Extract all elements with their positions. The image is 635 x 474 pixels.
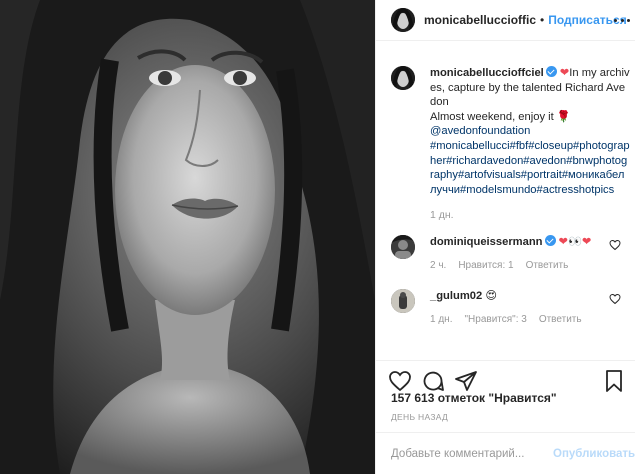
avatar[interactable] xyxy=(391,289,415,314)
caption-line-2: Almost weekend, enjoy it xyxy=(430,110,554,123)
header-username[interactable]: monicabelluccioffic xyxy=(424,13,536,27)
caption: monicabelluccioffciel ❤In my archives, c… xyxy=(391,42,630,221)
rose-emoji: 🌹 xyxy=(556,110,571,123)
comment-time[interactable]: 1 дн. xyxy=(430,314,452,325)
caption-time[interactable]: 1 дн. xyxy=(430,209,621,221)
add-comment-bar: Опубликовать xyxy=(376,432,635,474)
comment-username[interactable]: _gulum02 xyxy=(430,290,482,302)
comment-body: ❤👀❤ xyxy=(558,236,592,249)
comment-input[interactable] xyxy=(391,447,545,460)
avatar[interactable] xyxy=(391,8,415,32)
heart-emoji: ❤ xyxy=(559,67,570,79)
separator-dot: • xyxy=(540,13,545,27)
comment-text: dominiqueissermann ❤👀❤ xyxy=(430,235,621,250)
comment-likes[interactable]: "Нравится": 3 xyxy=(464,314,526,325)
comments-list[interactable]: monicabelluccioffciel ❤In my archives, c… xyxy=(376,42,635,360)
reply-button[interactable]: Ответить xyxy=(526,260,569,271)
comment-body: 😍 xyxy=(485,290,498,303)
comment-item: _gulum02 😍 1 дн. "Нравится": 3 Ответить xyxy=(391,289,621,325)
caption-text: monicabelluccioffciel ❤In my archives, c… xyxy=(430,66,630,197)
comment-likes[interactable]: Нравится: 1 xyxy=(458,260,513,271)
avatar[interactable] xyxy=(391,66,415,90)
heart-icon[interactable] xyxy=(609,293,621,305)
likes-count[interactable]: 157 613 отметок "Нравится" xyxy=(391,391,557,405)
comment-icon[interactable] xyxy=(421,369,445,393)
comment-text: _gulum02 😍 xyxy=(430,289,621,304)
avatar[interactable] xyxy=(391,235,415,260)
comment-meta: 2 ч. Нравится: 1 Ответить xyxy=(430,260,621,271)
bookmark-icon[interactable] xyxy=(602,369,626,393)
heart-icon[interactable] xyxy=(609,239,621,251)
verified-badge-icon xyxy=(545,66,557,77)
verified-badge-icon xyxy=(544,235,556,247)
post-side-panel: monicabelluccioffic • Подписаться monica… xyxy=(375,0,635,474)
post-date[interactable]: ДЕНЬ НАЗАД xyxy=(391,412,448,422)
share-icon[interactable] xyxy=(454,369,478,393)
post-photo[interactable] xyxy=(0,0,375,474)
more-dots-icon[interactable] xyxy=(614,13,630,27)
comment-item: dominiqueissermann ❤👀❤ 2 ч. Нравится: 1 … xyxy=(391,235,621,271)
reply-button[interactable]: Ответить xyxy=(539,314,582,325)
comment-meta: 1 дн. "Нравится": 3 Ответить xyxy=(430,314,621,325)
publish-button[interactable]: Опубликовать xyxy=(553,448,635,460)
comment-username[interactable]: dominiqueissermann xyxy=(430,236,543,248)
post-header: monicabelluccioffic • Подписаться xyxy=(376,0,635,41)
hashtags[interactable]: #monicabellucci#fbf#closeup#photographer… xyxy=(430,140,630,196)
heart-icon[interactable] xyxy=(388,369,412,393)
caption-username[interactable]: monicabelluccioffciel xyxy=(430,67,544,79)
mention-link[interactable]: @avedonfoundation xyxy=(430,125,530,137)
comment-time[interactable]: 2 ч. xyxy=(430,260,446,271)
